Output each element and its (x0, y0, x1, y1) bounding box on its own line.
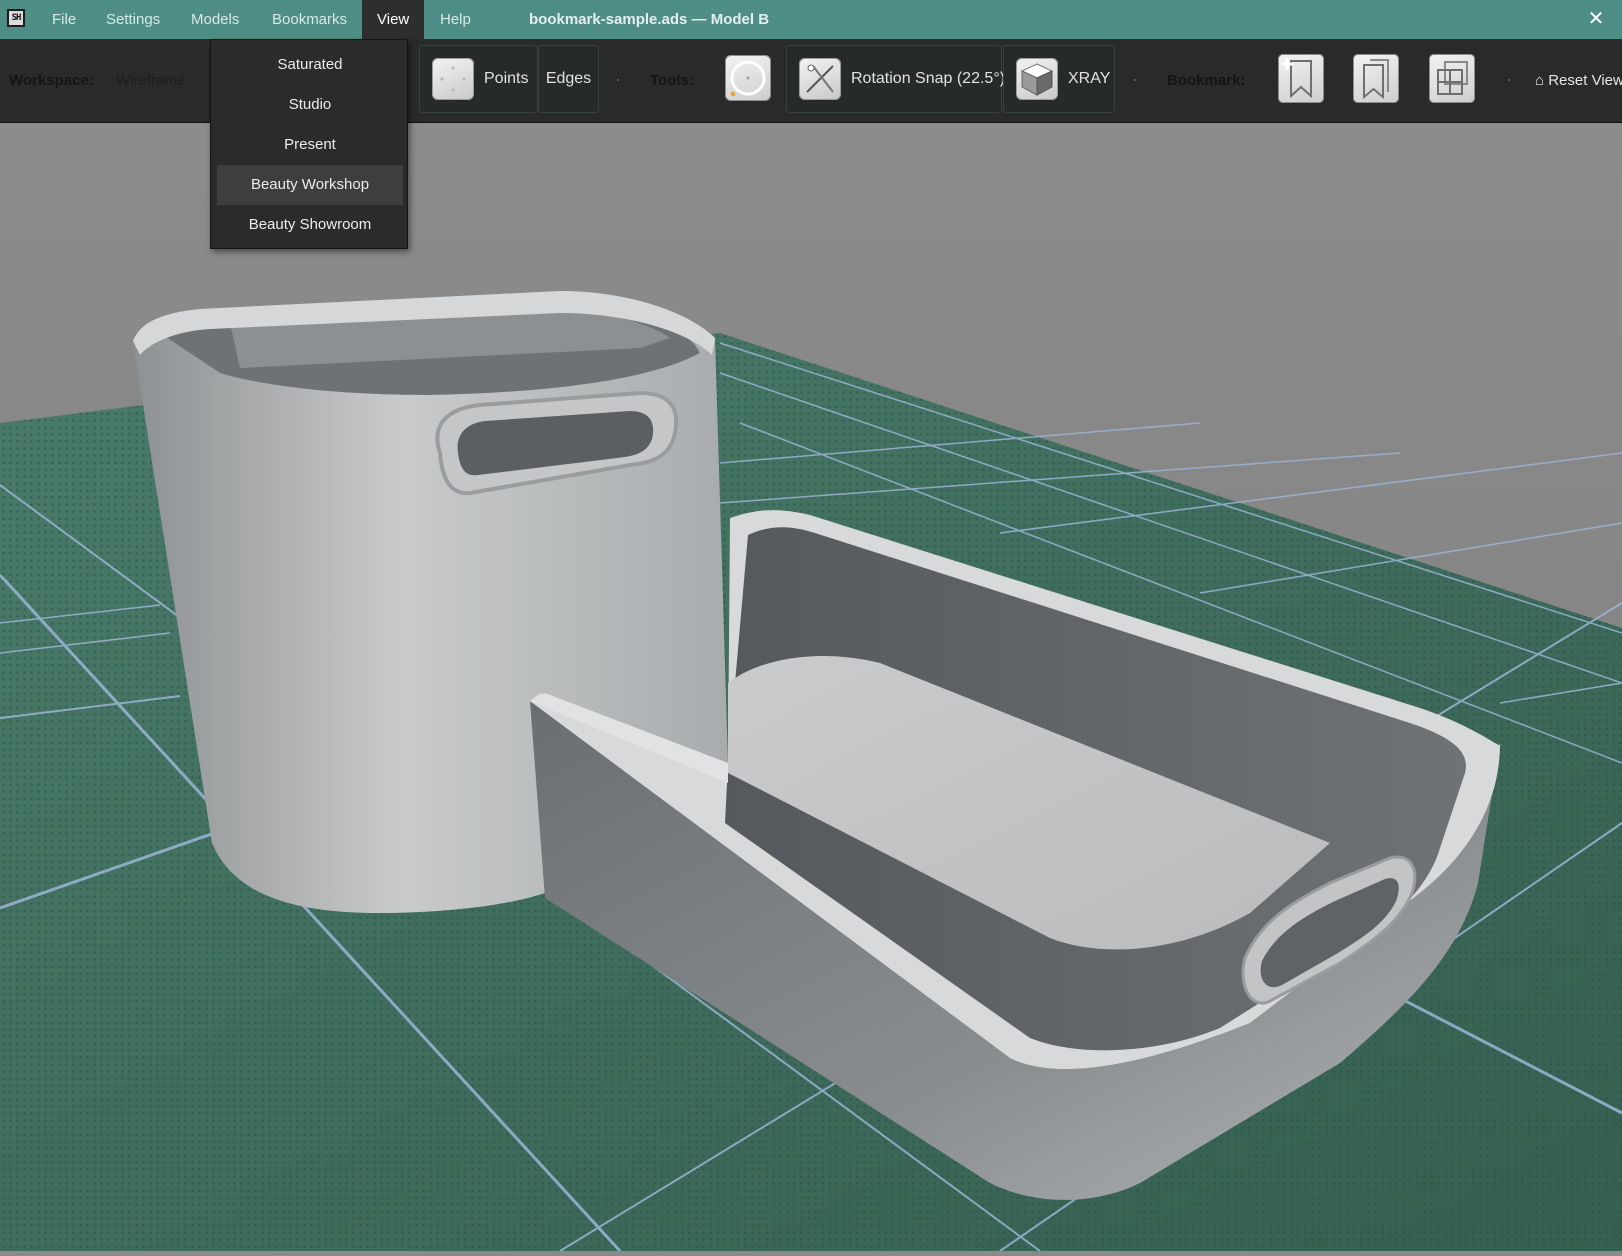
menu-view[interactable]: View (362, 0, 425, 39)
toolbar-separator (617, 79, 619, 81)
document-title: bookmark-sample.ads — Model B (529, 11, 770, 28)
bookmark-list-icon[interactable] (1353, 54, 1399, 103)
view-menu-item-studio[interactable]: Studio (217, 85, 403, 125)
rotation-snap-label: Rotation Snap (22.5°) (851, 70, 1006, 87)
xray-cube-icon (1016, 58, 1058, 100)
rotation-snap-icon (799, 58, 841, 100)
points-button[interactable]: Points (419, 45, 538, 113)
menu-help[interactable]: Help (425, 0, 486, 39)
view-menu-item-beauty-workshop[interactable]: Beauty Workshop (217, 165, 403, 205)
3d-viewport[interactable] (0, 123, 1622, 1253)
view-menu-dropdown: Saturated Studio Present Beauty Workshop… (210, 39, 408, 249)
rotation-snap-button[interactable]: Rotation Snap (22.5°) (786, 45, 1005, 113)
bookmark-grid-icon[interactable] (1429, 54, 1475, 103)
view-menu-item-saturated[interactable]: Saturated (217, 45, 403, 85)
app-logo-icon[interactable]: SH (7, 9, 25, 27)
edges-label: Edges (545, 70, 592, 87)
bookmark-add-icon[interactable] (1278, 54, 1324, 103)
toolbar-separator (1134, 79, 1136, 81)
tools-label: Tools: (650, 72, 694, 89)
menu-bookmarks[interactable]: Bookmarks (257, 0, 362, 39)
workspace-label: Workspace: (9, 72, 94, 89)
edges-button[interactable]: Edges (538, 45, 599, 113)
menu-file[interactable]: File (37, 0, 91, 39)
xray-label: XRAY (1068, 70, 1111, 87)
view-menu-item-present[interactable]: Present (217, 125, 403, 165)
workspace-selector[interactable]: Wireframe (116, 39, 185, 122)
reset-view-button[interactable]: ⌂ Reset View (1535, 39, 1622, 122)
menu-settings[interactable]: Settings (91, 0, 175, 39)
menu-models[interactable]: Models (176, 0, 254, 39)
title-bar: SH File Settings Models Bookmarks View H… (0, 0, 1622, 39)
toolbar-separator (1508, 79, 1510, 81)
points-label: Points (484, 70, 529, 87)
circle-tool-icon[interactable] (725, 55, 771, 101)
points-icon (432, 58, 474, 100)
bookmark-label: Bookmark: (1167, 72, 1246, 89)
view-menu-item-beauty-showroom[interactable]: Beauty Showroom (217, 205, 403, 245)
close-icon[interactable]: ✕ (1584, 6, 1608, 32)
xray-button[interactable]: XRAY (1003, 45, 1115, 113)
